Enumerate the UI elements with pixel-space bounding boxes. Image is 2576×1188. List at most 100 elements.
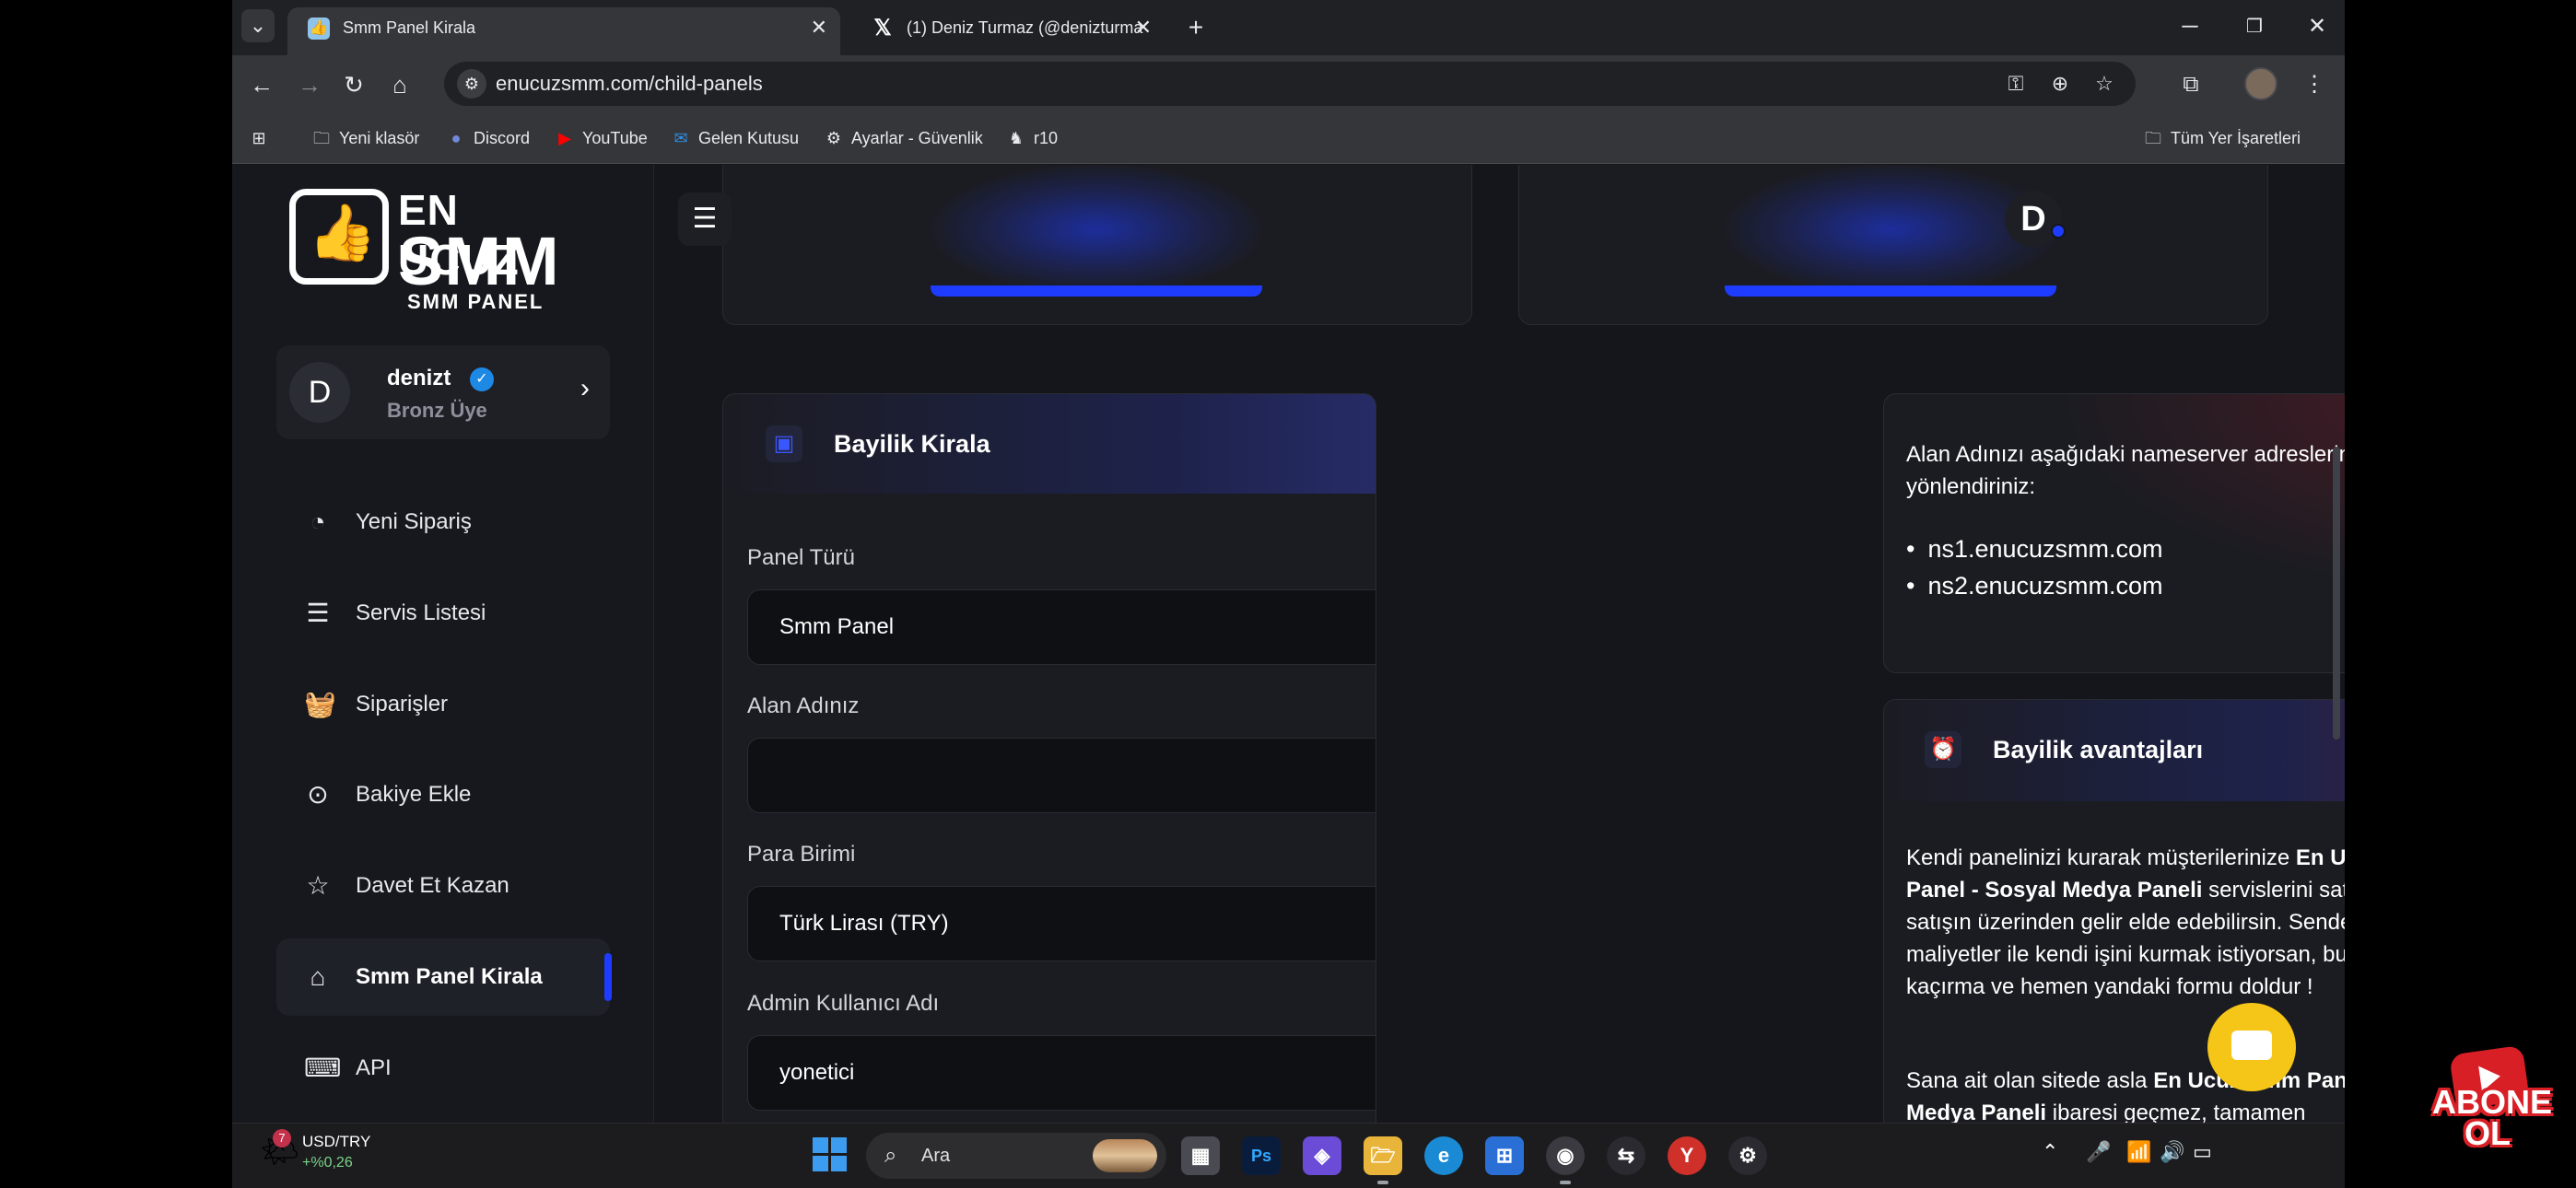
bookmark-discord[interactable]: ● Discord [446,112,530,164]
bookmark-yeni-klasor[interactable]: 🗀 Yeni klasör [311,112,419,164]
active-indicator [604,953,612,1001]
x-logo-icon: 𝕏 [873,16,892,41]
close-tab-icon[interactable]: ✕ [811,7,827,48]
chevron-up-icon[interactable]: ⌃ [2042,1140,2058,1164]
money-icon: ⊙ [307,780,329,809]
zoom-icon[interactable]: ⊕ [2045,69,2075,99]
panel-type-select[interactable]: Smm Panel ⌄ [747,589,1376,665]
sidebar-item-api[interactable]: ⌨ API [276,1030,610,1107]
battery-icon[interactable]: ▭ [2193,1140,2212,1164]
url-text[interactable]: enucuzsmm.com/child-panels [496,62,763,106]
alarm-icon: ⏰ [1925,731,1961,768]
ticker-name[interactable]: USD/TRY [302,1133,370,1151]
new-tab-button[interactable]: + [1176,7,1216,48]
tab-title: Smm Panel Kirala [343,18,476,37]
avatar: D [289,362,350,423]
header-avatar[interactable]: D [2005,191,2062,248]
minimize-button[interactable]: ─ [2158,0,2222,55]
ticker-change: +%0,26 [302,1155,353,1171]
volume-icon[interactable]: 🔊 [2160,1140,2184,1164]
youtube-icon: ▶ [558,129,571,147]
edge-icon[interactable]: e [1424,1136,1463,1175]
sidebar-item-siparisler[interactable]: 🧺 Siparişler [276,666,610,743]
bookmark-star-icon[interactable]: ☆ [2090,69,2119,99]
sidebar-item-davet-et-kazan[interactable]: ☆ Davet Et Kazan [276,847,610,925]
bookmark-gelen-kutusu[interactable]: ✉ Gelen Kutusu [671,112,799,164]
home-button[interactable]: ⌂ [380,64,420,105]
admin-username-label: Admin Kullanıcı Adı [747,991,940,1016]
close-tab-icon[interactable]: ✕ [1135,7,1152,48]
app-icon[interactable]: ⚙ [1728,1136,1767,1175]
store-icon: ▣ [766,425,802,462]
chat-icon [2231,1031,2272,1060]
tab-search-button[interactable]: ⌄ [241,9,275,42]
reload-button[interactable]: ↻ [334,64,374,105]
user-name: denizt [387,366,451,390]
photoshop-icon[interactable]: Ps [1242,1136,1281,1175]
sidebar-item-servis-listesi[interactable]: ☰ Servis Listesi [276,575,610,652]
card-title: Bayilik Kirala [834,430,990,458]
restore-button[interactable]: ❐ [2222,0,2287,55]
extensions-icon[interactable]: ⧉ [2171,64,2211,105]
live-chat-button[interactable] [2207,1003,2296,1091]
store-icon[interactable]: ⊞ [1485,1136,1524,1175]
user-rank: Bronz Üye [387,399,487,422]
user-card[interactable]: D denizt ✓ Bronz Üye › [276,345,610,439]
nameserver-item: ns2.enucuzsmm.com [1906,567,2162,604]
taskbar-search[interactable]: ⌕ Ara [866,1133,1166,1179]
window-close-button[interactable]: ✕ [2285,0,2345,55]
menu-dots-icon[interactable]: ⋮ [2294,64,2335,105]
terminal-icon: ⌨ [304,1054,342,1082]
page-content: 👍 EN UCUZ SMM SMM PANEL D denizt ✓ Bronz… [232,165,2345,1123]
currency-select[interactable]: Türk Lirası (TRY) ⌄ [747,886,1376,961]
subscribe-overlay: ABONE OL [2432,1044,2552,1160]
star-icon: ☆ [306,871,330,900]
back-button[interactable]: ← [241,64,282,105]
forward-button[interactable]: → [289,64,330,105]
bookmark-ayarlar[interactable]: ⚙ Ayarlar - Güvenlik [824,112,983,164]
tab-title: (1) Deniz Turmaz (@denizturma [907,18,1143,37]
page-scrollbar[interactable] [2333,447,2340,740]
list-icon: ☰ [306,599,330,627]
apps-grid-icon[interactable]: ⊞ [249,112,276,164]
nameserver-card: Alan Adınızı aşağıdaki nameserver adresl… [1883,393,2345,673]
smm-favicon-icon: 👍 [308,17,330,40]
tab-smm-panel[interactable]: 👍 Smm Panel Kirala ✕ [287,7,840,55]
admin-username-input[interactable]: yonetici [747,1035,1376,1111]
search-highlight-image [1093,1139,1157,1172]
sidebar-item-yeni-siparis[interactable]: ◔ Yeni Sipariş [276,483,610,561]
folder-icon: 🗀 [2145,129,2161,147]
mail-icon: ✉ [673,129,688,147]
windows-start-button[interactable] [813,1137,848,1172]
task-view-icon[interactable]: ▦ [1181,1136,1220,1175]
basket-icon: 🧺 [304,690,336,718]
app-icon[interactable]: ⇆ [1607,1136,1645,1175]
wifi-icon[interactable]: 📶 [2126,1140,2151,1164]
site-info-icon[interactable]: ⚙ [457,69,486,99]
bookmark-r10[interactable]: ♞ r10 [1006,112,1058,164]
child-panel-form-card: ▣ Bayilik Kirala Panel Türü Smm Panel ⌄ … [722,393,1376,1123]
domain-input[interactable] [747,738,1376,813]
profile-avatar[interactable] [2244,67,2277,100]
all-bookmarks[interactable]: 🗀 Tüm Yer İşaretleri [2143,112,2301,164]
chrome-icon[interactable]: ◉ [1546,1136,1585,1184]
sidebar-item-bakiye-ekle[interactable]: ⊙ Bakiye Ekle [276,756,610,833]
file-explorer-icon[interactable]: 🗁 [1364,1136,1402,1184]
search-icon: ⌕ [884,1143,897,1168]
online-dot [2051,224,2066,239]
site-logo[interactable]: 👍 EN UCUZ SMM SMM PANEL [289,185,559,314]
bookmark-youtube[interactable]: ▶ YouTube [555,112,648,164]
chevron-right-icon: › [580,373,590,403]
nameserver-list: ns1.enucuzsmm.com ns2.enucuzsmm.com [1906,530,2162,604]
copilot-icon[interactable]: ◈ [1303,1136,1341,1175]
hamburger-menu-button[interactable]: ☰ [678,192,732,246]
card-header: ▣ Bayilik Kirala [723,394,1376,494]
sidebar-item-smm-panel-kirala[interactable]: ⌂ Smm Panel Kirala [276,938,612,1016]
yandex-icon[interactable]: Y [1668,1136,1706,1175]
address-bar[interactable]: ⚙ enucuzsmm.com/child-panels ⚿ ⊕ ☆ [444,62,2136,106]
microphone-icon[interactable]: 🎤 [2086,1140,2111,1164]
verified-icon: ✓ [470,367,494,391]
tab-x-profile[interactable]: 𝕏 (1) Deniz Turmaz (@denizturma ✕ [851,7,1165,55]
password-key-icon[interactable]: ⚿ [2001,69,2031,99]
sidebar: 👍 EN UCUZ SMM SMM PANEL D denizt ✓ Bronz… [232,165,654,1123]
